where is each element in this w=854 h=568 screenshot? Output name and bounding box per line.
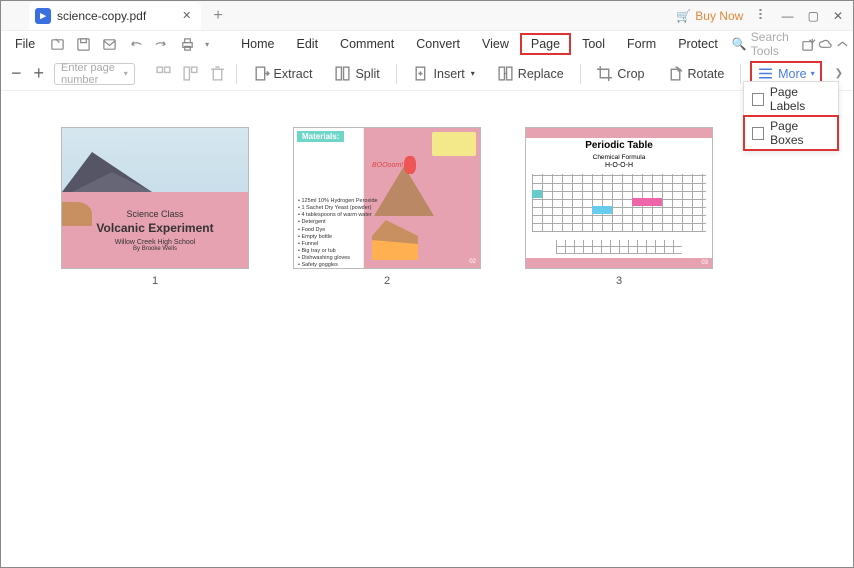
mail-icon[interactable] [101, 36, 117, 52]
chevron-down-icon: ▾ [811, 69, 815, 78]
crop-button[interactable]: Crop [590, 61, 650, 86]
insert-button[interactable]: Insert▾ [407, 61, 481, 86]
zoom-out-button[interactable]: − [11, 63, 22, 84]
tab-title: science-copy.pdf [57, 9, 146, 23]
replace-button[interactable]: Replace [491, 61, 570, 86]
cart-icon: 🛒 [676, 9, 691, 23]
chevron-down-icon: ▾ [124, 69, 128, 78]
open-icon[interactable] [49, 36, 65, 52]
print-icon[interactable] [179, 36, 195, 52]
menu-edit[interactable]: Edit [287, 34, 329, 54]
menu-tool[interactable]: Tool [572, 34, 615, 54]
save-icon[interactable] [75, 36, 91, 52]
page-number-3: 3 [616, 275, 622, 287]
menu-page[interactable]: Page [521, 34, 570, 54]
maximize-button[interactable]: ▢ [808, 9, 819, 23]
menu-protect[interactable]: Protect [668, 34, 728, 54]
chevron-down-icon: ▾ [471, 69, 475, 78]
page-labels-item[interactable]: Page Labels [744, 82, 838, 116]
page-boxes-item[interactable]: Page Boxes [744, 116, 838, 150]
menu-view[interactable]: View [472, 34, 519, 54]
extract-button[interactable]: Extract [247, 61, 319, 86]
zoom-in-button[interactable]: + [34, 63, 45, 84]
document-tab[interactable]: ▸ science-copy.pdf ✕ [29, 2, 201, 30]
rotate-button[interactable]: Rotate [661, 61, 731, 86]
tab-close-icon[interactable]: ✕ [182, 9, 191, 22]
scroll-right-icon[interactable]: ❯ [835, 68, 843, 79]
search-tools[interactable]: 🔍 Search Tools [732, 30, 789, 58]
page-thumbnail-1[interactable]: Science Class Volcanic Experiment Willow… [61, 127, 249, 269]
menu-convert[interactable]: Convert [406, 34, 470, 54]
redo-icon[interactable] [153, 36, 169, 52]
page-number-input[interactable]: Enter page number ▾ [54, 63, 135, 85]
page-boxes-icon [752, 127, 764, 140]
page-number-1: 1 [152, 275, 158, 287]
delete-page-icon[interactable] [209, 65, 226, 82]
menu-comment[interactable]: Comment [330, 34, 404, 54]
undo-icon[interactable] [127, 36, 143, 52]
page-number-2: 2 [384, 275, 390, 287]
menu-home[interactable]: Home [231, 34, 284, 54]
close-button[interactable]: ✕ [833, 9, 843, 23]
buy-now-link[interactable]: 🛒 Buy Now [676, 9, 743, 23]
new-tab-button[interactable]: + [213, 7, 222, 25]
cloud-icon[interactable] [818, 36, 833, 52]
thumbnail-view-icon[interactable] [155, 65, 172, 82]
file-menu[interactable]: File [9, 34, 41, 54]
page-thumbnail-3[interactable]: Periodic Table Chemical Formula H-O-O-H … [525, 127, 713, 269]
search-icon: 🔍 [732, 37, 747, 51]
share-icon[interactable] [801, 36, 816, 52]
split-button[interactable]: Split [328, 61, 385, 86]
page-thumbnail-2[interactable]: Materials: BOOoom! • 125ml 10% Hydrogen … [293, 127, 481, 269]
list-view-icon[interactable] [182, 65, 199, 82]
page-labels-icon [752, 93, 764, 106]
menu-form[interactable]: Form [617, 34, 666, 54]
pdf-icon: ▸ [35, 8, 51, 24]
collapse-icon[interactable] [835, 36, 850, 52]
app-menu-icon[interactable]: ⠇ [757, 7, 767, 24]
more-icon [757, 65, 774, 82]
print-chevron-icon[interactable]: ▾ [199, 36, 215, 52]
more-dropdown: Page Labels Page Boxes [743, 81, 839, 151]
minimize-button[interactable]: — [782, 9, 794, 23]
